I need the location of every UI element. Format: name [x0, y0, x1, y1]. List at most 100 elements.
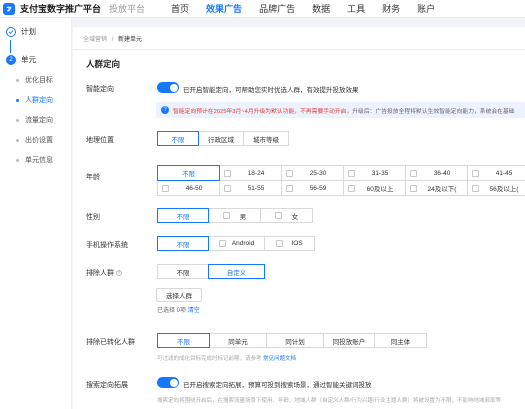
search-expand-label: 搜索定向拓展 [86, 382, 128, 389]
os-options: 不限 Android IOS [157, 236, 315, 251]
nav-performance-ads[interactable]: 效果广告 [206, 2, 242, 15]
exclude-crowd-custom[interactable]: 自定义 [208, 264, 265, 279]
exclude-converted-same-entity[interactable]: 同主体 [374, 333, 427, 348]
checkbox-icon [348, 184, 355, 192]
age-option[interactable]: 36-40 [405, 165, 468, 181]
brand-title: 支付宝数字推广平台 [20, 4, 102, 14]
os-label: 手机操作系统 [86, 242, 128, 249]
checkbox-icon [224, 184, 231, 192]
search-expand-hint: 搜索定向将围绕开启后，在搜索流量场景下使用、年龄、地域人群（自定义人群/行为兴趣… [157, 398, 502, 404]
gender-male[interactable]: 男 [208, 208, 261, 223]
checkbox-icon [276, 240, 284, 247]
breadcrumb: 全域营销 / 新建单元 [83, 37, 143, 43]
alipay-logo-icon [3, 2, 15, 15]
checkbox-icon [274, 212, 282, 219]
age-option[interactable]: 25-30 [281, 165, 344, 181]
nav-tools[interactable]: 工具 [347, 2, 365, 15]
sub-step-optimization-goal[interactable]: 优化目标 [0, 70, 72, 90]
age-option[interactable]: 51-55 [219, 180, 282, 196]
age-option[interactable]: 31-35 [343, 165, 406, 181]
exclude-converted-hint: 可过滤的成化目标完成时标记前期，请参考 常见问题文档 [157, 356, 297, 362]
age-option[interactable]: 41-45 [467, 165, 525, 181]
nav-finance[interactable]: 财务 [382, 2, 400, 15]
location-options: 不限 行政区域 城市等级 [157, 131, 289, 146]
step-unit[interactable]: 2 单元 [6, 54, 36, 65]
faq-link[interactable]: 常见问题文档 [263, 356, 296, 362]
age-options: 不限 18-24 25-30 31-35 36-40 41-45 46-50 5… [157, 165, 525, 196]
age-label: 年龄 [86, 174, 100, 181]
clear-link[interactable]: 清空 [188, 308, 200, 314]
step-sidebar: 计划 2 单元 优化目标 人群定向 流量定向 出价设置 单元信息 [0, 18, 72, 409]
checkbox-icon [472, 169, 479, 177]
sub-step-list: 优化目标 人群定向 流量定向 出价设置 单元信息 [0, 70, 72, 170]
os-ios[interactable]: IOS [264, 236, 315, 251]
age-option[interactable]: 18-24 [219, 165, 282, 181]
step-plan-label: 计划 [21, 27, 36, 36]
age-option[interactable]: 46-50 [157, 180, 220, 196]
notice-highlight: 智能定向预计在2025年3月~4月升级为默认功能，不再需要手动开启， [173, 108, 353, 115]
sub-step-traffic-targeting[interactable]: 流量定向 [0, 110, 72, 130]
divider [73, 49, 525, 50]
checkbox-icon [410, 169, 417, 177]
section-title: 人群定向 [86, 59, 121, 69]
exclude-converted-same-account[interactable]: 同投放账户 [323, 333, 375, 348]
checkbox-icon [222, 212, 230, 219]
gender-label: 性别 [86, 214, 100, 221]
location-unlimited[interactable]: 不限 [157, 131, 199, 146]
exclude-crowd-unlimited[interactable]: 不限 [157, 264, 209, 279]
sub-step-audience-targeting[interactable]: 人群定向 [0, 90, 72, 110]
step-plan[interactable]: 计划 [6, 26, 36, 37]
age-option[interactable]: 56及以上( [467, 180, 525, 196]
exclude-converted-options: 不限 同单元 同计划 同投放账户 同主体 [157, 333, 427, 348]
breadcrumb-parent[interactable]: 全域营销 [83, 37, 107, 43]
exclude-converted-label: 排除已转化人群 [86, 339, 135, 346]
location-city-level[interactable]: 城市等级 [243, 131, 289, 146]
smart-targeting-text: 已开启智能定向，可帮助您实时优选人群，有效提升投放效果 [183, 87, 359, 94]
gender-options: 不限 男 女 [157, 208, 313, 223]
nav-data[interactable]: 数据 [312, 2, 330, 15]
exclude-crowd-label: 排除人群? [86, 270, 122, 277]
top-nav-bar: 支付宝数字推广平台 投放平台 首页 效果广告 品牌广告 数据 工具 财务 账户 [0, 0, 525, 18]
nav-account[interactable]: 账户 [417, 2, 435, 15]
age-option[interactable]: 56-59 [281, 180, 344, 196]
brand-subtitle: 投放平台 [109, 4, 146, 14]
search-expand-toggle[interactable] [157, 377, 179, 388]
info-icon: ? [161, 106, 169, 114]
location-admin-region[interactable]: 行政区域 [198, 131, 244, 146]
checkbox-icon [472, 184, 479, 192]
sub-step-bid-settings[interactable]: 出价设置 [0, 130, 72, 150]
info-icon[interactable]: ? [116, 270, 122, 277]
exclude-converted-same-unit[interactable]: 同单元 [209, 333, 267, 348]
search-expand-text: 已开启搜索定向拓展，预算可投到搜索场景，通过智能关键词投放 [183, 382, 372, 389]
location-label: 地理位置 [86, 137, 114, 144]
age-option[interactable]: 24及以下( [405, 180, 468, 196]
checkbox-icon [286, 169, 293, 177]
os-unlimited[interactable]: 不限 [157, 236, 209, 251]
upgrade-notice: ? 智能定向预计在2025年3月~4月升级为默认功能，不再需要手动开启， 升级后… [156, 102, 525, 118]
step-unit-label: 单元 [21, 55, 36, 64]
select-crowd-button[interactable]: 选择人群 [156, 288, 202, 302]
notice-text: 升级后：广告投放全程将默认生效智能定向能力，系统会在基础 [352, 108, 515, 115]
checkbox-icon [348, 169, 355, 177]
nav-home[interactable]: 首页 [171, 2, 189, 15]
exclude-crowd-options: 不限 自定义 [157, 264, 265, 279]
checkbox-icon [410, 184, 417, 192]
checkbox-icon [286, 184, 293, 192]
smart-targeting-label: 智能定向 [86, 86, 114, 93]
gender-female[interactable]: 女 [260, 208, 313, 223]
nav-brand-ads[interactable]: 品牌广告 [259, 2, 295, 15]
exclude-converted-same-plan[interactable]: 同计划 [266, 333, 324, 348]
age-unlimited[interactable]: 不限 [157, 165, 220, 181]
gender-unlimited[interactable]: 不限 [157, 208, 209, 223]
age-option[interactable]: 60及以上 [343, 180, 406, 196]
os-android[interactable]: Android [208, 236, 265, 251]
smart-targeting-toggle[interactable] [157, 82, 179, 93]
sub-step-unit-info[interactable]: 单元信息 [0, 150, 72, 170]
checkbox-icon [162, 184, 169, 192]
step-connector [10, 40, 11, 53]
breadcrumb-current: 新建单元 [118, 37, 143, 43]
checkbox-icon [224, 169, 231, 177]
checkbox-icon [218, 240, 226, 247]
exclude-converted-unlimited[interactable]: 不限 [157, 333, 210, 348]
step-number: 2 [6, 54, 16, 65]
